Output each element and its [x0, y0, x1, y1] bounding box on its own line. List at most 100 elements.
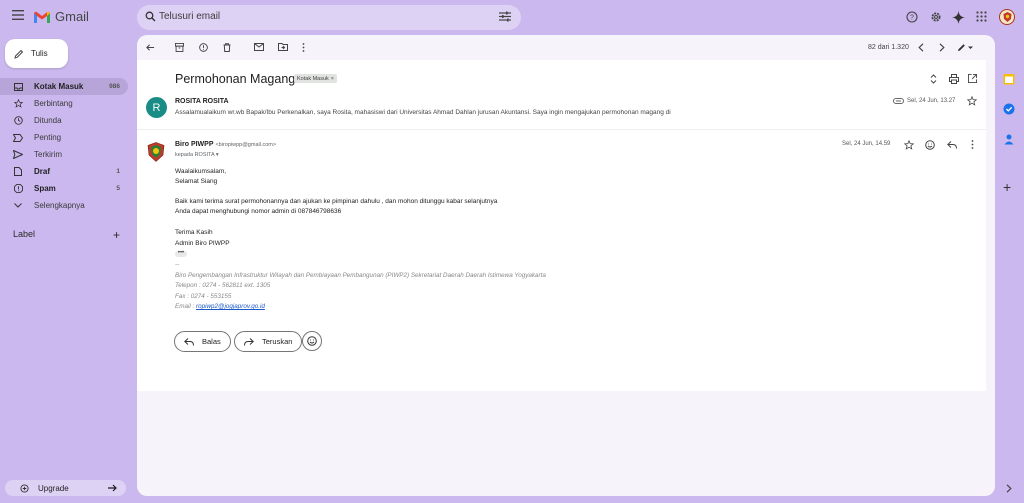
help-icon[interactable]: ?: [906, 11, 918, 23]
more-vert-icon[interactable]: [302, 43, 305, 52]
pencil-icon: [14, 49, 24, 59]
apps-grid-icon[interactable]: [976, 11, 987, 22]
sidebar-item-more[interactable]: Selengkapnya: [0, 197, 128, 214]
send-icon: [13, 150, 23, 160]
attachment-icon: [893, 98, 904, 104]
sidebar-item-label: Terkirim: [34, 150, 62, 159]
signature-line: Biro Pengembangan Infrastruktur Wilayah …: [175, 272, 546, 279]
sidebar-item-label: Penting: [34, 133, 62, 142]
input-tools-icon[interactable]: [957, 43, 975, 52]
report-spam-icon[interactable]: [199, 43, 208, 52]
contacts-app-icon[interactable]: [1003, 133, 1015, 145]
gmail-m-icon: [34, 11, 50, 23]
body-line: Waalaikumsalam,: [175, 168, 227, 175]
search-input[interactable]: Telusuri email: [159, 11, 220, 22]
message-divider: [137, 129, 986, 130]
signature-email-link[interactable]: ropiwp2@jogjaprov.go.id: [196, 303, 265, 310]
sender-name[interactable]: ROSITA ROSITA: [175, 98, 229, 105]
open-new-window-icon[interactable]: [968, 74, 977, 83]
sidebar-item-label: Ditunda: [34, 116, 62, 125]
forward-label: Teruskan: [262, 337, 293, 346]
delete-icon[interactable]: [223, 43, 231, 52]
star-icon[interactable]: [904, 140, 914, 150]
message-date: Sel, 24 Jun, 14.59: [842, 141, 891, 147]
sender-name[interactable]: Biro PIWPP: [175, 141, 214, 148]
show-side-panel-icon[interactable]: [1006, 484, 1012, 493]
sidebar-item-starred[interactable]: Berbintang: [0, 95, 128, 112]
email-subject: Permohonan Magang: [175, 72, 296, 86]
sidebar-item-label: Spam: [34, 184, 56, 193]
star-icon: [13, 99, 23, 109]
chip-label: Kotak Masuk: [297, 75, 329, 82]
mark-unread-icon[interactable]: [254, 43, 264, 51]
storage-icon: [20, 483, 29, 493]
emoji-reaction-icon[interactable]: [925, 140, 935, 150]
reply-icon: [184, 337, 194, 346]
chevron-down-icon: [13, 201, 23, 211]
spam-icon: [13, 184, 23, 194]
archive-icon[interactable]: [175, 43, 184, 52]
emoji-icon: [307, 336, 317, 346]
caret-down-icon[interactable]: ▾: [216, 152, 219, 158]
remove-label-icon[interactable]: ×: [331, 76, 334, 82]
sidebar-item-label: Selengkapnya: [34, 201, 85, 210]
upgrade-button[interactable]: Upgrade: [5, 480, 126, 496]
gemini-sparkle-icon[interactable]: [952, 11, 965, 24]
search-options-icon[interactable]: [499, 11, 511, 22]
body-line: Selamat Siang: [175, 178, 218, 185]
reply-icon[interactable]: [947, 141, 957, 149]
emoji-react-button[interactable]: [302, 331, 322, 351]
sender-avatar-seal[interactable]: [147, 142, 165, 162]
reply-button[interactable]: Balas: [174, 331, 231, 352]
back-arrow-icon[interactable]: [146, 43, 155, 52]
recipient-text: kepada ROSITA: [175, 152, 215, 158]
add-app-icon[interactable]: +: [1003, 179, 1011, 195]
calendar-app-icon[interactable]: [1003, 73, 1015, 85]
star-icon[interactable]: [967, 96, 977, 106]
svg-text:?: ?: [910, 15, 914, 22]
body-line: Admin Biro PIWPP: [175, 240, 230, 247]
unread-count: 986: [109, 83, 120, 90]
chevron-right-icon[interactable]: [939, 43, 945, 52]
draft-icon: [13, 167, 23, 177]
forward-button[interactable]: Teruskan: [234, 331, 303, 352]
inbox-label-chip[interactable]: Kotak Masuk ×: [294, 74, 338, 83]
message-snippet[interactable]: Assalamualaikum wr.wb Bapak/Ibu Perkenal…: [175, 109, 671, 116]
sidebar-item-label: Draf: [34, 167, 51, 176]
main-panel: 82 dari 1.320 Permohonan Magang Kotak Ma…: [137, 35, 995, 496]
search-bar[interactable]: Telusuri email: [137, 5, 521, 30]
sidebar-item-sent[interactable]: Terkirim: [0, 146, 128, 163]
reply-label: Balas: [202, 337, 221, 346]
keep-app-icon[interactable]: [1003, 103, 1015, 115]
sidebar-item-important[interactable]: Penting: [0, 129, 128, 146]
compose-label: Tulis: [31, 49, 48, 58]
expand-collapse-icon[interactable]: [930, 74, 937, 84]
sender-avatar[interactable]: R: [146, 97, 167, 118]
account-avatar[interactable]: [999, 9, 1015, 25]
sidebar-item-snoozed[interactable]: Ditunda: [0, 112, 128, 129]
compose-button[interactable]: Tulis: [5, 39, 68, 68]
emblem-icon: [1003, 12, 1011, 22]
signature-line: --: [175, 261, 180, 268]
message-date: Sel, 24 Jun, 13.27: [907, 98, 956, 104]
main-menu-icon[interactable]: [12, 10, 26, 24]
search-icon[interactable]: [145, 11, 156, 22]
print-icon[interactable]: [949, 74, 959, 84]
gmail-logo[interactable]: Gmail: [33, 9, 89, 24]
sidebar-item-spam[interactable]: Spam 5: [0, 180, 128, 197]
recipient-line[interactable]: kepada ROSITA ▾: [175, 152, 219, 158]
label-important-icon: [13, 133, 23, 143]
move-to-icon[interactable]: [278, 43, 288, 51]
more-vert-icon[interactable]: [971, 140, 974, 149]
settings-gear-icon[interactable]: [930, 11, 942, 23]
sidebar-item-drafts[interactable]: Draf 1: [0, 163, 128, 180]
forward-icon: [244, 337, 254, 346]
body-line: Anda dapat menghubungi nomor admin di 08…: [175, 208, 342, 215]
show-trimmed-content-button[interactable]: •••: [175, 250, 187, 257]
signature-line: Telepon : 0274 - 562811 ext. 1305: [175, 282, 271, 289]
sidebar-item-label: Berbintang: [34, 99, 73, 108]
chevron-left-icon[interactable]: [918, 43, 924, 52]
add-label-icon[interactable]: +: [113, 228, 120, 242]
sidebar-item-inbox[interactable]: Kotak Masuk 986: [0, 78, 128, 95]
sidebar-item-label: Kotak Masuk: [34, 82, 84, 91]
